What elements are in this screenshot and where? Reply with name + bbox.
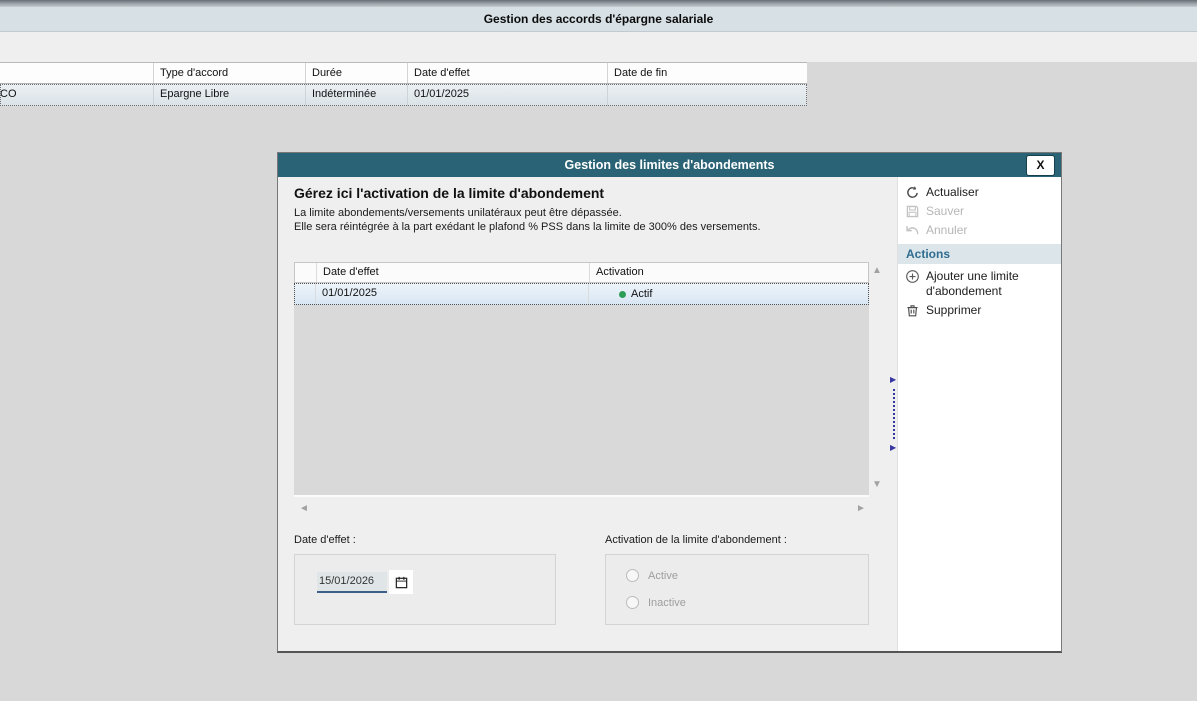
accord-type-cell: Epargne Libre — [153, 84, 305, 106]
accords-col-empty — [0, 63, 153, 83]
actualiser-label: Actualiser — [926, 185, 979, 199]
undo-icon — [906, 226, 919, 235]
dialog-description-line2: Elle sera réintégrée à la part exédant l… — [294, 221, 761, 233]
annuler-button: Annuler — [898, 221, 1061, 240]
accords-table-row-selected[interactable]: CO Epargne Libre Indéterminée 01/01/2025 — [0, 84, 807, 106]
circle-plus-icon — [906, 270, 919, 283]
radio-active-circle-icon — [626, 569, 639, 582]
ajouter-limite-button[interactable]: Ajouter une limite d'abondement — [898, 267, 1061, 301]
accord-name-cell: CO — [0, 88, 17, 100]
save-icon — [906, 205, 919, 218]
trash-icon — [907, 305, 918, 317]
dialog-description-line1: La limite abondements/versements unilaté… — [294, 207, 622, 219]
refresh-icon — [907, 186, 918, 198]
sauver-button: Sauver — [898, 202, 1061, 221]
limits-col-selector — [295, 263, 317, 282]
annuler-label: Annuler — [926, 223, 968, 237]
dialog-body: Gérez ici l'activation de la limite d'ab… — [278, 177, 1061, 651]
limits-table-header: Date d'effet Activation — [294, 262, 869, 283]
scroll-left-icon[interactable]: ◄ — [299, 504, 309, 514]
panel-splitter[interactable]: ▶ ▶ — [890, 177, 897, 651]
ajouter-limite-label: Ajouter une limite d'abondement — [926, 269, 1019, 298]
date-effet-label: Date d'effet : — [294, 534, 356, 546]
page-title: Gestion des accords d'épargne salariale — [483, 12, 714, 26]
actions-panel: Actualiser Sauver Annuler Actions Ajoute… — [897, 177, 1061, 651]
accords-col-duree: Durée — [305, 63, 407, 83]
date-effet-input[interactable] — [317, 571, 387, 593]
limits-col-activation: Activation — [589, 263, 868, 282]
limits-col-date-effet: Date d'effet — [323, 266, 379, 278]
page-titlebar: Gestion des accords d'épargne salariale — [0, 7, 1197, 32]
splitter-arrow-icon[interactable]: ▶ — [890, 376, 896, 384]
dialog-heading: Gérez ici l'activation de la limite d'ab… — [294, 185, 605, 201]
limit-date-cell: 01/01/2025 — [322, 287, 378, 299]
date-effet-panel — [294, 554, 556, 625]
radio-inactive-circle-icon — [626, 596, 639, 609]
scroll-down-icon[interactable]: ▼ — [872, 480, 882, 490]
actions-section-header: Actions — [898, 244, 1061, 264]
scroll-up-icon[interactable]: ▲ — [872, 266, 882, 276]
accord-date-fin-cell — [607, 84, 807, 106]
row-selector-cell — [294, 283, 316, 305]
accords-table: Type d'accord Durée Date d'effet Date de… — [0, 62, 807, 106]
actualiser-button[interactable]: Actualiser — [898, 183, 1061, 202]
radio-inactive: Inactive — [626, 596, 686, 609]
limits-table-empty-area — [294, 305, 869, 497]
accords-col-date-fin: Date de fin — [607, 63, 807, 83]
radio-active: Active — [626, 569, 678, 582]
date-field-group — [317, 570, 413, 594]
accords-col-type: Type d'accord — [153, 63, 305, 83]
close-button[interactable]: X — [1026, 155, 1055, 176]
splitter-dotted-handle[interactable] — [893, 389, 895, 439]
limites-abondements-dialog: Gestion des limites d'abondements X Gére… — [277, 152, 1062, 653]
scroll-right-icon[interactable]: ► — [856, 504, 866, 514]
toolbar-band — [0, 32, 1197, 62]
status-badge: Actif — [631, 288, 653, 300]
limits-table: Date d'effet Activation 01/01/2025 Actif — [294, 262, 869, 497]
sauver-label: Sauver — [926, 204, 965, 218]
radio-inactive-label: Inactive — [648, 596, 686, 609]
splitter-arrow-icon[interactable]: ▶ — [890, 444, 896, 452]
accord-date-effet-cell: 01/01/2025 — [407, 84, 607, 106]
calendar-icon — [395, 576, 407, 588]
accords-table-header: Type d'accord Durée Date d'effet Date de… — [0, 62, 807, 84]
dialog-title: Gestion des limites d'abondements — [564, 158, 775, 172]
accords-col-date-effet: Date d'effet — [407, 63, 607, 83]
limits-table-row-selected[interactable]: 01/01/2025 Actif — [294, 283, 869, 305]
supprimer-label: Supprimer — [926, 303, 982, 317]
calendar-button[interactable] — [389, 570, 413, 594]
active-status-dot-icon — [619, 290, 626, 298]
limit-activation-cell: Actif — [588, 283, 869, 305]
radio-active-label: Active — [648, 569, 678, 582]
activation-panel: Active Inactive — [605, 554, 869, 625]
accord-duree-cell: Indéterminée — [305, 84, 407, 106]
activation-label: Activation de la limite d'abondement : — [605, 534, 787, 546]
dialog-content: Gérez ici l'activation de la limite d'ab… — [278, 177, 891, 651]
window-top-border — [0, 0, 1197, 7]
dialog-titlebar[interactable]: Gestion des limites d'abondements X — [278, 153, 1061, 177]
supprimer-button[interactable]: Supprimer — [898, 301, 1061, 320]
